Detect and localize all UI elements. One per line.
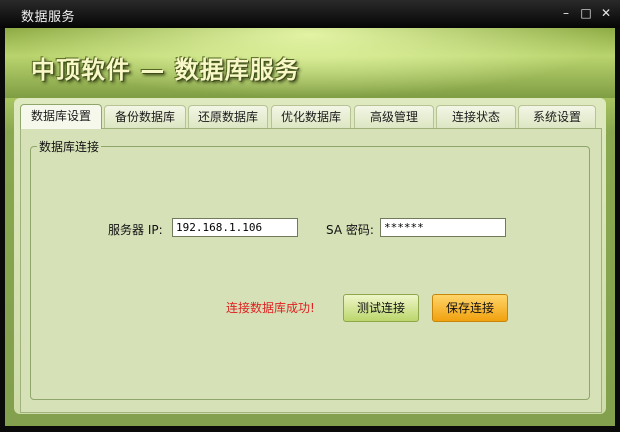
tab-system-settings[interactable]: 系统设置 — [518, 105, 596, 128]
test-connection-button[interactable]: 测试连接 — [343, 294, 419, 322]
header-banner: 中顶软件 — 数据库服务 — [5, 28, 615, 98]
groupbox-label: 数据库连接 — [37, 138, 102, 155]
connection-status-message: 连接数据库成功! — [226, 301, 315, 315]
window-title: 数据服务 — [21, 10, 76, 25]
tab-advanced-management[interactable]: 高级管理 — [354, 105, 434, 128]
close-icon[interactable]: ✕ — [598, 5, 614, 21]
tab-backup-database[interactable]: 备份数据库 — [104, 105, 186, 128]
save-connection-button[interactable]: 保存连接 — [432, 294, 508, 322]
connection-groupbox — [30, 146, 590, 400]
maximize-icon[interactable]: □ — [578, 5, 594, 21]
app-window: 数据服务 – □ ✕ 中顶软件 — 数据库服务 数据库设置 备份数据库 还原数据… — [0, 0, 620, 432]
tab-connection-status[interactable]: 连接状态 — [436, 105, 516, 128]
tab-optimize-database[interactable]: 优化数据库 — [271, 105, 351, 128]
sa-password-label: SA 密码: — [326, 223, 374, 237]
minimize-icon[interactable]: – — [558, 5, 574, 21]
server-ip-input[interactable]: 192.168.1.106 — [172, 218, 298, 237]
tab-restore-database[interactable]: 还原数据库 — [188, 105, 268, 128]
sa-password-input[interactable]: ****** — [380, 218, 506, 237]
title-bar[interactable]: 数据服务 – □ ✕ — [0, 0, 620, 28]
app-title: 中顶软件 — 数据库服务 — [31, 56, 300, 84]
tab-database-settings[interactable]: 数据库设置 — [20, 104, 102, 129]
server-ip-label: 服务器 IP: — [108, 223, 163, 237]
